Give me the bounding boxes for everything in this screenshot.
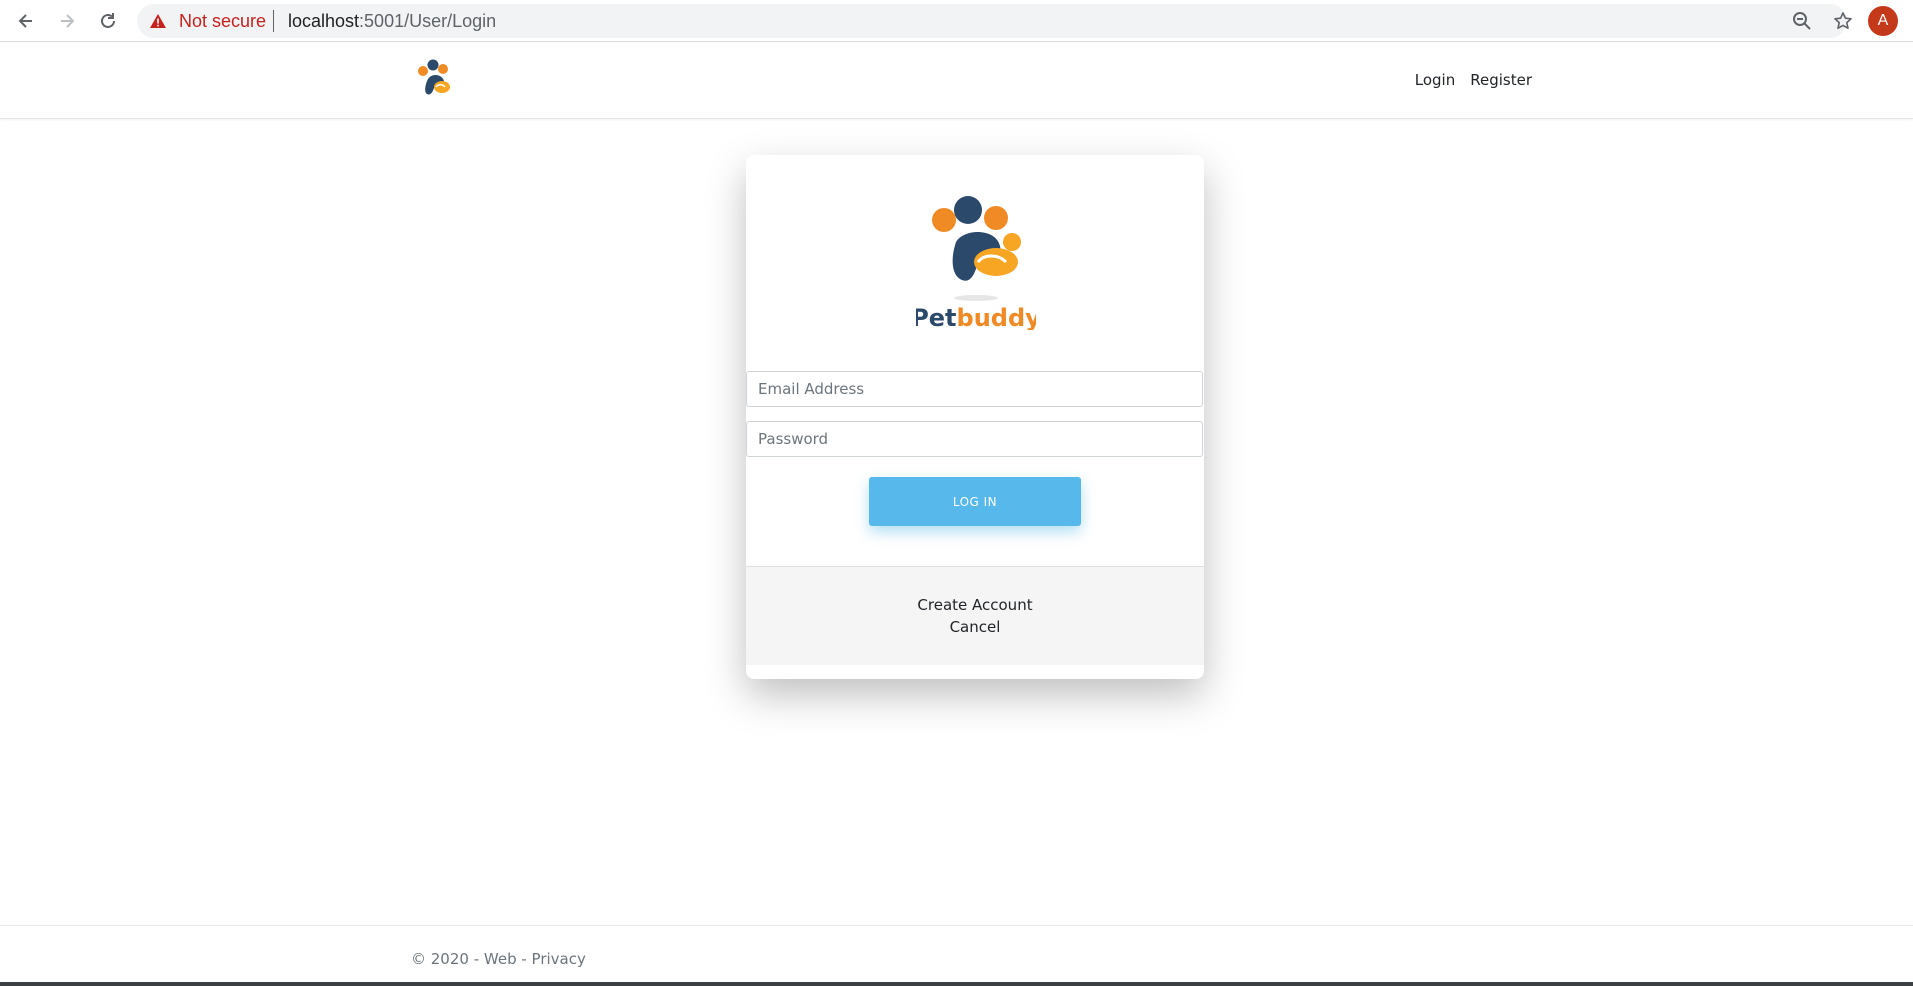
url-path: :5001/User/Login <box>359 11 497 31</box>
card-footer: Create Account Cancel <box>746 566 1204 665</box>
site-header: Login Register <box>0 43 1913 119</box>
svg-text:Petbuddy: Petbuddy <box>916 304 1036 330</box>
top-nav: Login Register <box>1415 71 1532 89</box>
url-text[interactable]: localhost:5001/User/Login <box>288 11 496 32</box>
cancel-link[interactable]: Cancel <box>950 618 1001 636</box>
reload-icon <box>101 13 115 28</box>
star-icon <box>1834 12 1852 29</box>
email-field[interactable] <box>746 371 1203 407</box>
address-bar[interactable]: Not secure localhost:5001/User/Login <box>137 4 1852 38</box>
brand-pet-text: Pet <box>916 304 957 330</box>
arrow-left-icon <box>18 14 32 28</box>
footer-text: © 2020 - Web - Privacy <box>411 950 586 968</box>
arrow-right-icon <box>61 14 75 28</box>
login-button[interactable]: LOG IN <box>869 477 1081 526</box>
security-status[interactable]: Not secure <box>179 11 266 32</box>
back-button[interactable] <box>12 7 40 35</box>
nav-login-link[interactable]: Login <box>1415 71 1455 89</box>
reload-button[interactable] <box>94 7 122 35</box>
privacy-link[interactable]: Privacy <box>532 950 586 968</box>
forward-button[interactable] <box>53 7 81 35</box>
bottom-edge <box>0 982 1913 986</box>
petbuddy-logo: Petbuddy <box>916 196 1036 330</box>
create-account-link[interactable]: Create Account <box>917 596 1032 614</box>
nav-register-link[interactable]: Register <box>1470 71 1532 89</box>
url-divider <box>273 10 274 32</box>
password-field[interactable] <box>746 421 1203 457</box>
zoom-icon <box>1793 12 1811 30</box>
paw-logo-icon[interactable] <box>412 57 460 105</box>
zoom-button[interactable] <box>1788 7 1816 35</box>
site-footer: © 2020 - Web - Privacy <box>0 925 1913 986</box>
warning-icon <box>150 14 166 28</box>
brand-buddy-text: buddy <box>957 304 1036 330</box>
profile-avatar[interactable]: A <box>1868 6 1898 36</box>
browser-toolbar: Not secure localhost:5001/User/Login A <box>0 0 1913 42</box>
copyright-text: © 2020 - Web - <box>411 950 532 968</box>
bookmark-button[interactable] <box>1829 7 1857 35</box>
url-host: localhost <box>288 11 360 31</box>
login-card: Petbuddy LOG IN Create Account Cancel <box>746 155 1204 679</box>
